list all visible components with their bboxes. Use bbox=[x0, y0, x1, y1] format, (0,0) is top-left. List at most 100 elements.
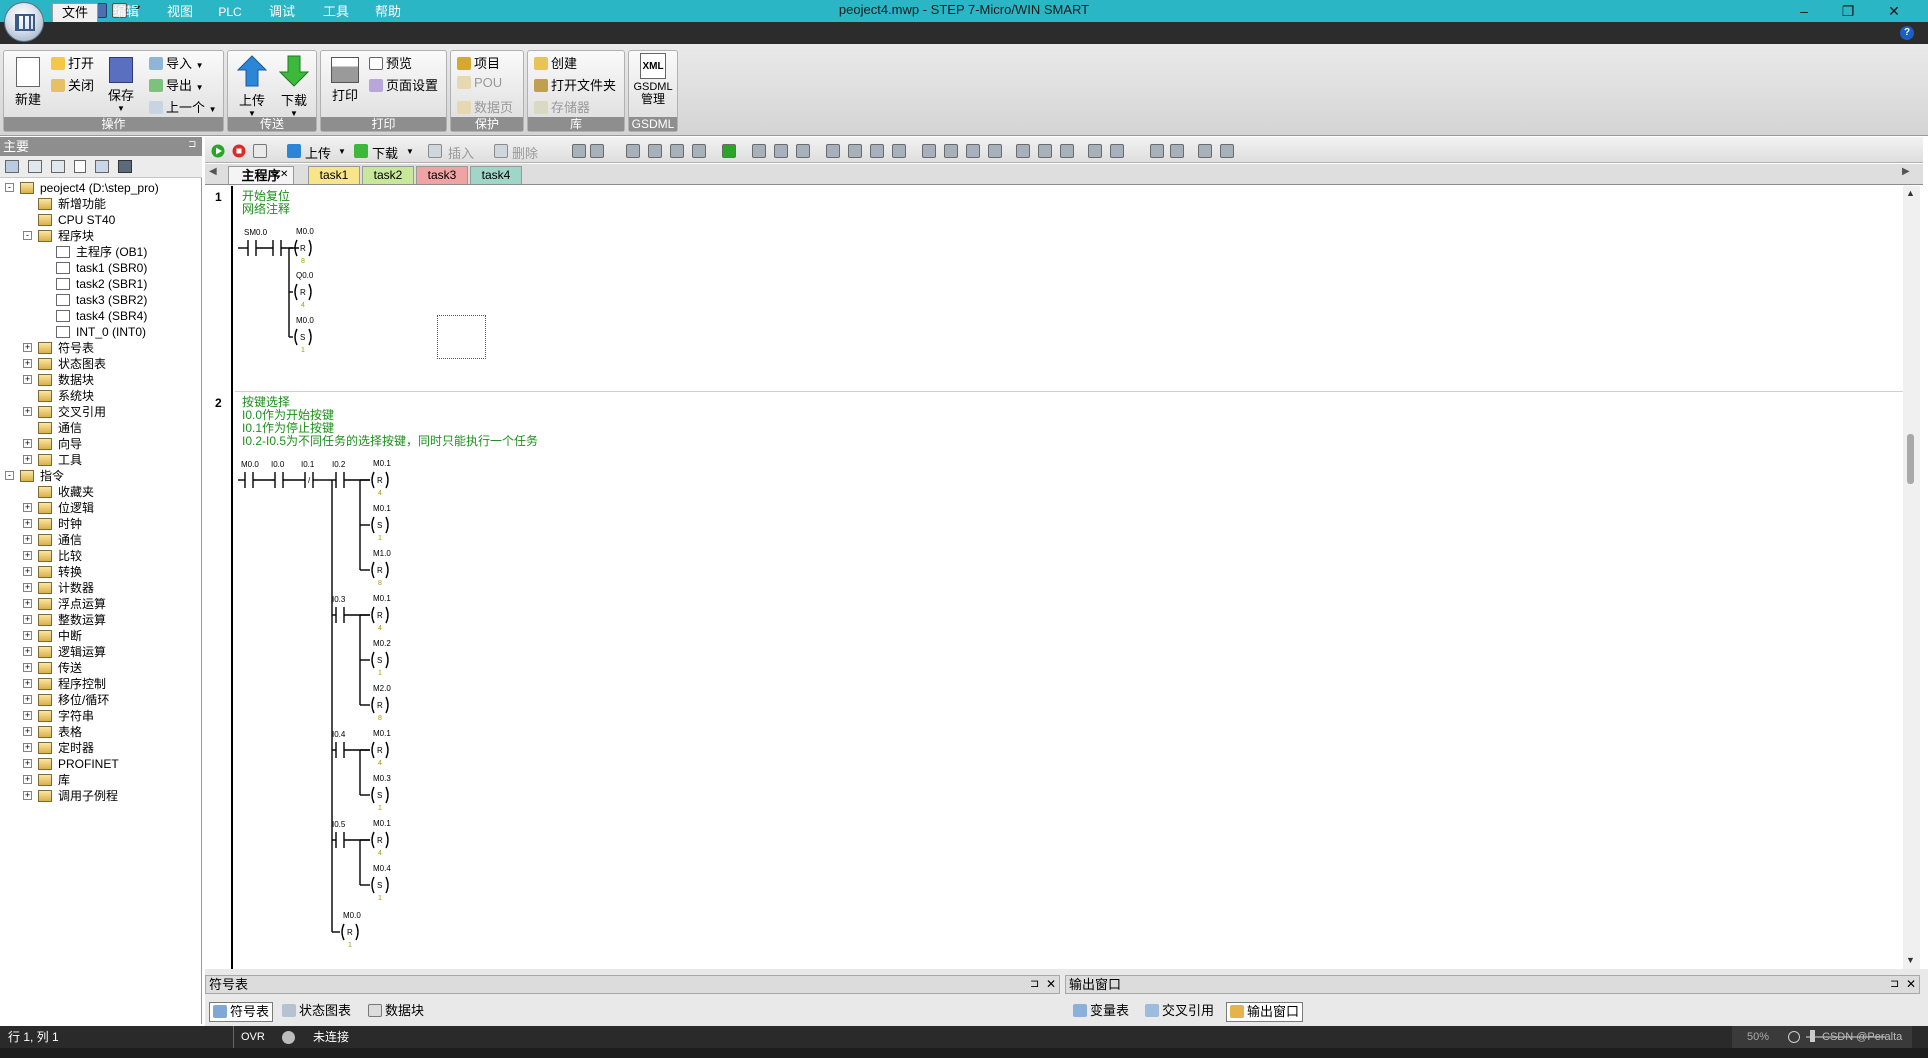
output-panel-pin-icon[interactable]: ⊐ bbox=[1890, 977, 1899, 990]
expand-icon[interactable]: + bbox=[23, 727, 32, 736]
expand-icon[interactable]: + bbox=[23, 535, 32, 544]
line-right-icon[interactable] bbox=[892, 144, 906, 158]
unlock-icon[interactable] bbox=[774, 144, 788, 158]
menu-debug[interactable]: 调试 bbox=[262, 3, 302, 22]
tree-tool-3-icon[interactable] bbox=[51, 160, 65, 173]
upload-small-icon[interactable] bbox=[287, 144, 301, 158]
delete-network-icon[interactable] bbox=[670, 144, 684, 158]
expand-icon[interactable]: + bbox=[23, 647, 32, 656]
menu-view[interactable]: 视图 bbox=[160, 3, 200, 22]
zoom-out-icon[interactable] bbox=[1788, 1031, 1800, 1043]
expand-icon[interactable]: + bbox=[23, 599, 32, 608]
comment-toggle-icon[interactable] bbox=[988, 144, 1002, 158]
expand-icon[interactable]: + bbox=[23, 455, 32, 464]
program-block-icon[interactable] bbox=[572, 144, 586, 158]
tab-task4[interactable]: task4 bbox=[470, 166, 522, 184]
scroll-down-icon[interactable]: ▼ bbox=[1906, 955, 1915, 965]
import-button[interactable]: 导入 ▼ bbox=[149, 53, 204, 72]
tab-scroll-right-icon[interactable]: ▶ bbox=[1902, 166, 1910, 177]
expand-icon[interactable]: + bbox=[23, 551, 32, 560]
download-small-icon[interactable] bbox=[354, 144, 368, 158]
pin-icon[interactable]: ⊐ bbox=[188, 139, 196, 150]
application-button[interactable] bbox=[4, 2, 44, 42]
expand-icon[interactable]: + bbox=[23, 775, 32, 784]
print-button[interactable]: 打印 bbox=[327, 57, 363, 104]
symbol-panel-close-icon[interactable]: ✕ bbox=[1046, 977, 1056, 991]
upload-dropdown-arrow-icon[interactable]: ▼ bbox=[338, 147, 346, 156]
vertical-scrollbar[interactable] bbox=[1903, 186, 1920, 969]
menu-help[interactable]: 帮助 bbox=[368, 3, 408, 22]
expand-icon[interactable]: + bbox=[23, 663, 32, 672]
expand-icon[interactable]: + bbox=[23, 375, 32, 384]
branch-up-icon[interactable] bbox=[848, 144, 862, 158]
collapse-icon[interactable]: - bbox=[5, 471, 14, 480]
output-panel-close-icon[interactable]: ✕ bbox=[1906, 977, 1916, 991]
tree-tool-2-icon[interactable] bbox=[28, 160, 42, 173]
bottom-tab-cross-reference[interactable]: 交叉引用 bbox=[1145, 1002, 1214, 1022]
open-folder-button[interactable]: 打开文件夹 bbox=[534, 75, 616, 94]
bottom-tab-status-chart[interactable]: 状态图表 bbox=[282, 1002, 351, 1022]
tree-tool-6-icon[interactable] bbox=[118, 160, 132, 173]
expand-icon[interactable]: + bbox=[23, 407, 32, 416]
bottom-tab-variable-table[interactable]: 变量表 bbox=[1073, 1002, 1129, 1022]
tree-tool-1-icon[interactable] bbox=[5, 160, 19, 173]
expand-icon[interactable]: + bbox=[23, 791, 32, 800]
restore-button[interactable]: ❐ bbox=[1828, 1, 1868, 21]
format-icon[interactable] bbox=[1150, 144, 1164, 158]
open-button[interactable]: 打开 bbox=[51, 53, 94, 72]
lock-icon[interactable] bbox=[752, 144, 766, 158]
expand-icon[interactable]: + bbox=[23, 615, 32, 624]
scroll-up-icon[interactable]: ▲ bbox=[1906, 188, 1915, 198]
toolbar-upload-button[interactable]: 上传 bbox=[305, 143, 331, 162]
stop-icon[interactable] bbox=[232, 144, 246, 158]
tab-task2[interactable]: task2 bbox=[362, 166, 414, 184]
create-library-button[interactable]: 创建 bbox=[534, 53, 577, 72]
export-button[interactable]: 导出 ▼ bbox=[149, 75, 204, 94]
coil-icon[interactable] bbox=[944, 144, 958, 158]
protect-icon[interactable] bbox=[796, 144, 810, 158]
tree-tool-4-icon[interactable] bbox=[74, 160, 86, 173]
branch-down-icon[interactable] bbox=[826, 144, 840, 158]
expand-icon[interactable]: + bbox=[23, 631, 32, 640]
menu-file[interactable]: 文件 bbox=[52, 3, 98, 22]
address-icon[interactable] bbox=[1038, 144, 1052, 158]
expand-icon[interactable]: + bbox=[23, 439, 32, 448]
expand-icon[interactable]: + bbox=[23, 343, 32, 352]
move-icon[interactable] bbox=[692, 144, 706, 158]
close-project-button[interactable]: 关闭 bbox=[51, 75, 94, 94]
save-button[interactable]: 保存 ▼ bbox=[106, 57, 136, 113]
minimize-button[interactable]: – bbox=[1784, 1, 1824, 21]
upload-button[interactable]: 上传 ▼ bbox=[234, 55, 270, 118]
collapse-icon[interactable]: - bbox=[23, 231, 32, 240]
empty-selection-box[interactable] bbox=[437, 315, 486, 359]
expand-icon[interactable]: + bbox=[23, 519, 32, 528]
green-arrow-icon[interactable] bbox=[722, 144, 736, 158]
vertical-scroll-thumb[interactable] bbox=[1907, 434, 1914, 484]
symbol-table-icon[interactable] bbox=[590, 144, 604, 158]
menu-edit[interactable]: 编辑 bbox=[106, 3, 146, 22]
download-dropdown-arrow-icon[interactable]: ▼ bbox=[406, 147, 414, 156]
expand-icon[interactable]: + bbox=[23, 567, 32, 576]
expand-icon[interactable]: + bbox=[23, 679, 32, 688]
expand-icon[interactable]: + bbox=[23, 695, 32, 704]
tab-task3[interactable]: task3 bbox=[416, 166, 468, 184]
page-setup-button[interactable]: 页面设置 bbox=[369, 75, 438, 94]
box-icon[interactable] bbox=[966, 144, 980, 158]
properties-icon[interactable] bbox=[1170, 144, 1184, 158]
download-button[interactable]: 下载 ▼ bbox=[276, 55, 312, 118]
expand-icon[interactable]: + bbox=[23, 711, 32, 720]
bottom-tab-output-window[interactable]: 输出窗口 bbox=[1226, 1002, 1304, 1022]
expand-icon[interactable]: + bbox=[23, 359, 32, 368]
menu-plc[interactable]: PLC bbox=[212, 3, 248, 22]
toolbar-download-button[interactable]: 下载 bbox=[372, 143, 398, 162]
symbol-icon[interactable] bbox=[1016, 144, 1030, 158]
help-tool-icon[interactable] bbox=[1198, 144, 1212, 158]
tab-scroll-left-icon[interactable]: ◀ bbox=[209, 166, 217, 177]
contact-icon[interactable] bbox=[922, 144, 936, 158]
previous-button[interactable]: 上一个 ▼ bbox=[149, 97, 217, 116]
bottom-tab-symbol-table[interactable]: 符号表 bbox=[209, 1002, 274, 1022]
expand-icon[interactable]: + bbox=[23, 743, 32, 752]
preview-button[interactable]: 预览 bbox=[369, 53, 412, 72]
line-up-icon[interactable] bbox=[870, 144, 884, 158]
zoom-slider-thumb[interactable] bbox=[1810, 1030, 1815, 1042]
